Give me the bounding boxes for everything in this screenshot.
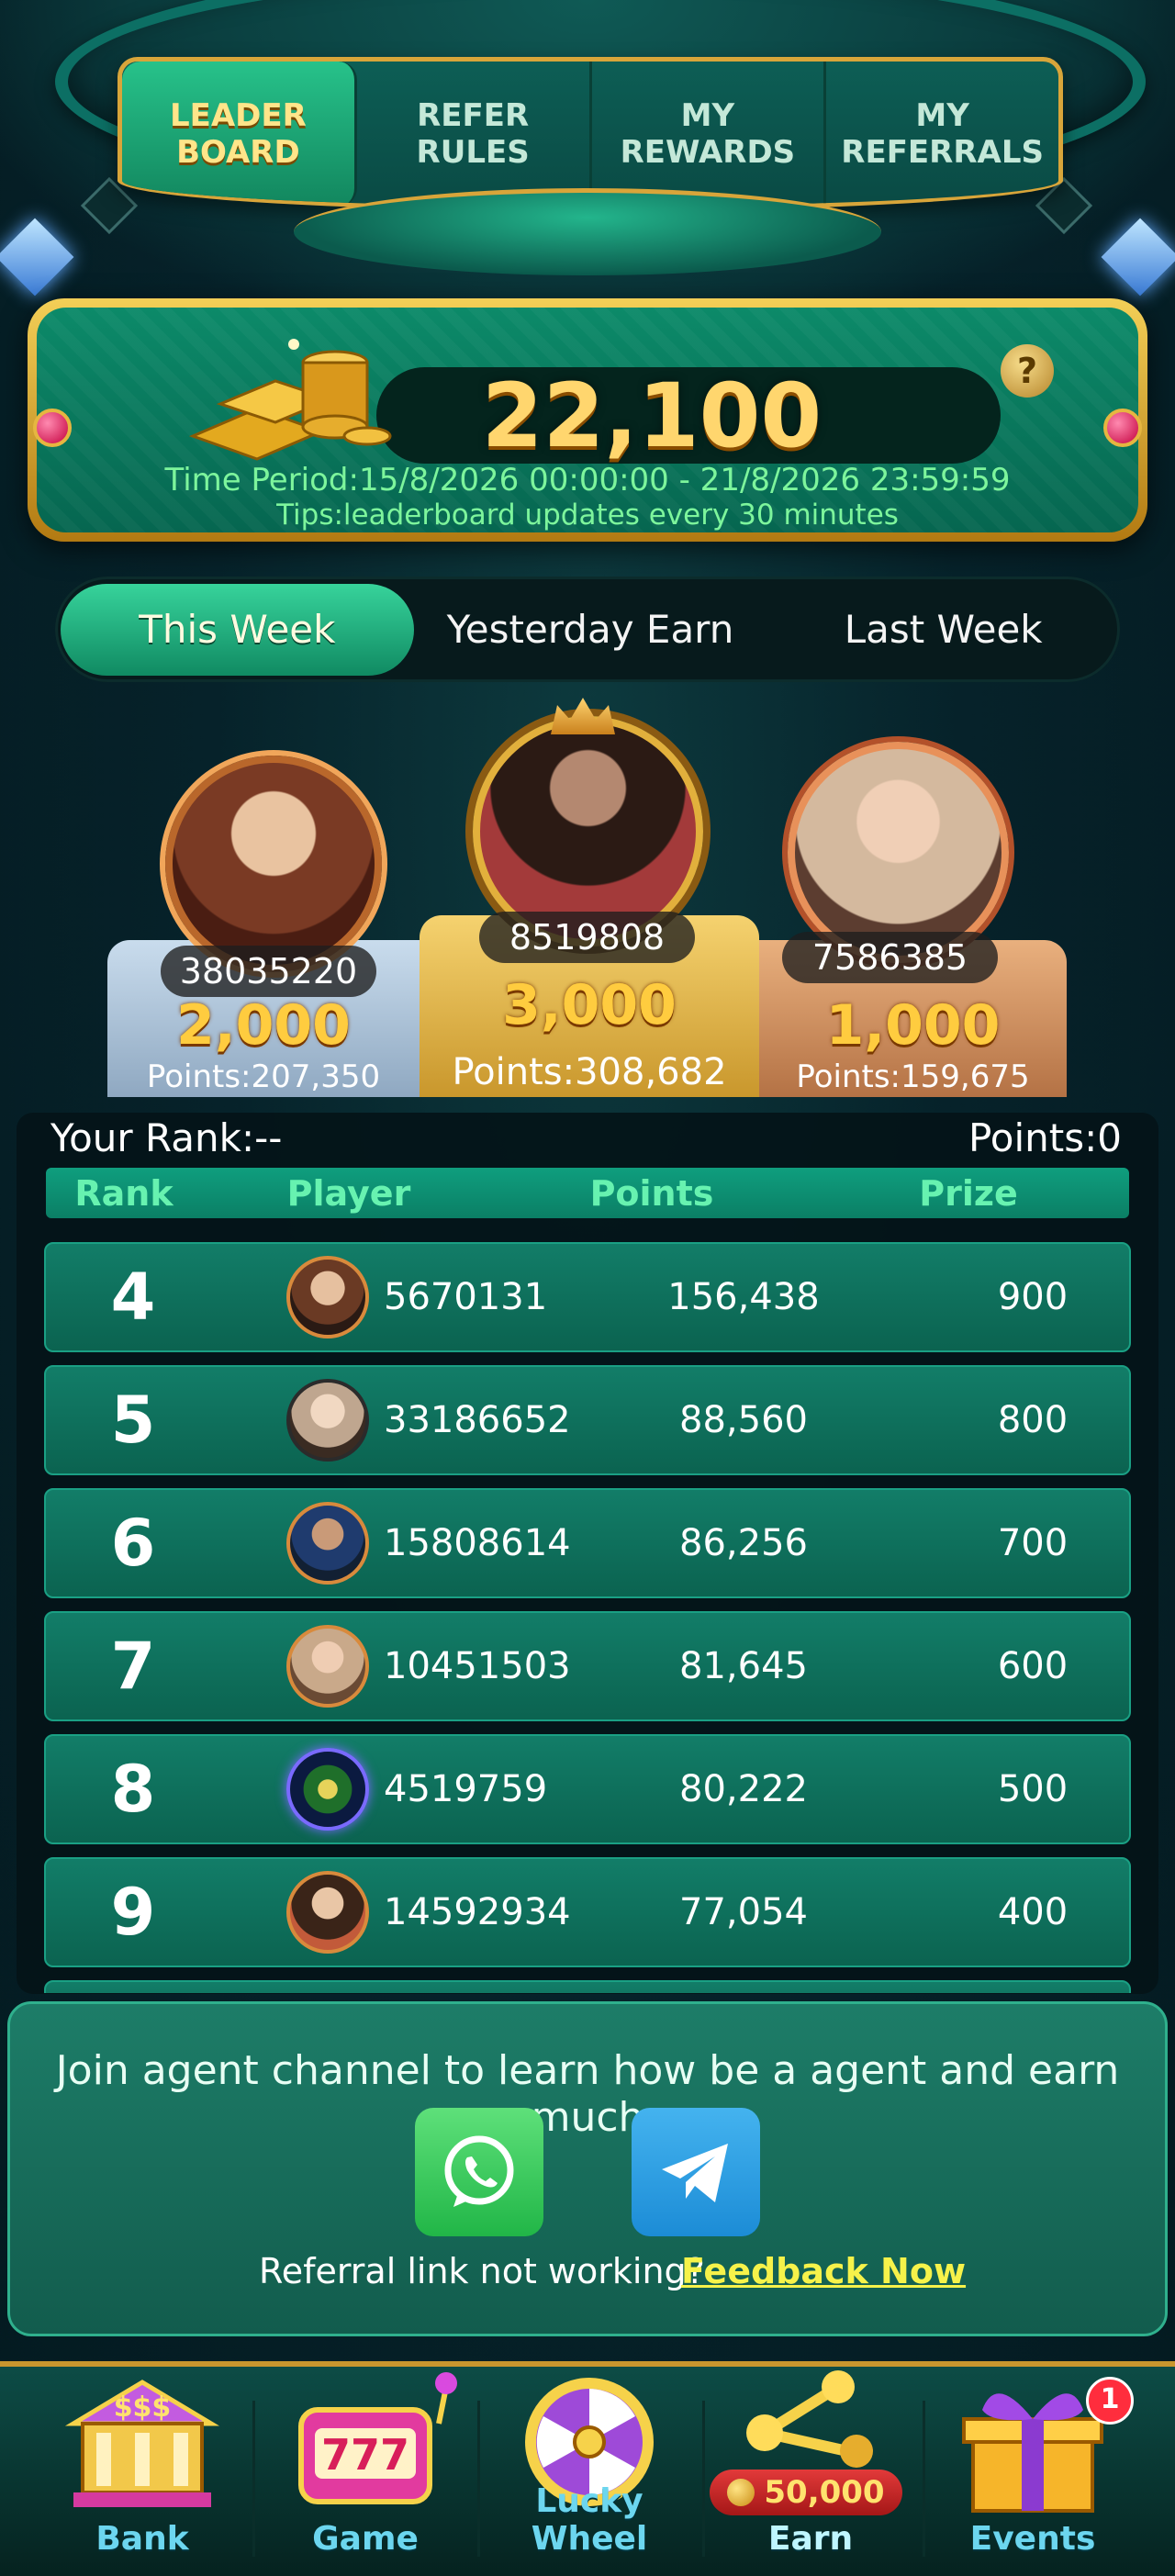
- your-points: Points:0: [968, 1115, 1122, 1160]
- row-player-id: 10451503: [384, 1645, 571, 1687]
- bank-icon: $$$: [64, 2380, 220, 2507]
- row-prize: 700: [997, 1522, 1069, 1564]
- row-points: 81,645: [679, 1645, 808, 1687]
- period-selector: This Week Yesterday Earn Last Week: [55, 577, 1120, 682]
- player-avatar: [286, 1871, 369, 1954]
- row-points: 77,054: [679, 1891, 808, 1933]
- tab-bar-base: [294, 188, 881, 275]
- row-player-id: 4519759: [384, 1768, 548, 1810]
- header-prize: Prize: [919, 1172, 1018, 1214]
- header-player: Player: [286, 1172, 411, 1214]
- whatsapp-button[interactable]: [415, 2108, 543, 2236]
- row-player-id: 15808614: [384, 1522, 571, 1564]
- refer-coin-pill: 50,000: [710, 2470, 902, 2515]
- table-row[interactable]: 4 5670131 156,438 900: [44, 1242, 1131, 1352]
- row-player-id: 14592934: [384, 1891, 571, 1933]
- row-player-id: 5670131: [384, 1276, 548, 1318]
- row-rank: 5: [110, 1383, 156, 1458]
- feedback-now-link[interactable]: Feedback Now: [681, 2251, 966, 2291]
- referral-note: Referral link not working?: [259, 2251, 705, 2291]
- whatsapp-icon: [444, 2135, 514, 2207]
- player-avatar: [286, 1502, 369, 1585]
- period-this-week[interactable]: This Week: [61, 583, 414, 676]
- player-avatar: [286, 1256, 369, 1338]
- gold-pile-icon: [188, 339, 392, 461]
- period-last-week[interactable]: Last Week: [767, 584, 1120, 676]
- row-rank: 7: [110, 1629, 156, 1704]
- tips-text: Tips:leaderboard updates every 30 minute…: [276, 498, 899, 532]
- header-points: Points: [589, 1172, 714, 1214]
- row-rank: 4: [110, 1260, 156, 1335]
- events-notification-badge: 1: [1086, 2377, 1134, 2425]
- nav-game-label: Game: [312, 2520, 419, 2558]
- gem-icon-right: [1103, 409, 1142, 447]
- row-prize: 600: [997, 1645, 1069, 1687]
- table-header: Rank Player Points Prize: [46, 1168, 1129, 1218]
- agent-message: Join agent channel to learn how be a age…: [55, 2047, 1120, 2141]
- tab-refer-rules[interactable]: REFER RULES: [357, 62, 592, 207]
- tab-my-referrals[interactable]: MY REFERRALS: [826, 62, 1058, 207]
- table-row[interactable]: 7 10451503 81,645 600: [44, 1611, 1131, 1721]
- podium-second-id: 38035220: [161, 946, 376, 997]
- period-yesterday-earn[interactable]: Yesterday Earn: [414, 584, 767, 676]
- row-prize: 400: [997, 1891, 1069, 1933]
- nav-lucky-wheel[interactable]: Lucky Wheel: [479, 2369, 699, 2570]
- player-avatar: [286, 1379, 369, 1462]
- row-points: 80,222: [679, 1768, 808, 1810]
- share-icon: [746, 2370, 873, 2468]
- time-period-text: Time Period:15/8/2026 00:00:00 - 21/8/20…: [164, 462, 1011, 498]
- prize-banner: 22,100 ? Time Period:15/8/2026 00:00:00 …: [28, 298, 1147, 542]
- podium-third-id: 7586385: [782, 932, 998, 983]
- player-avatar: [286, 1748, 369, 1831]
- header-rank: Rank: [74, 1172, 173, 1214]
- nav-events-label: Events: [969, 2520, 1096, 2558]
- table-row[interactable]: 6 15808614 86,256 700: [44, 1488, 1131, 1598]
- table-row[interactable]: 8 4519759 80,222 500: [44, 1734, 1131, 1844]
- row-rank: 8: [110, 1752, 156, 1827]
- podium-third-prize: 1,000: [825, 993, 1001, 1058]
- podium-second-prize: 2,000: [176, 993, 351, 1058]
- nav-bank-label: Bank: [95, 2520, 189, 2558]
- telegram-icon: [662, 2144, 728, 2202]
- nav-lucky-wheel-label: Lucky Wheel: [531, 2482, 648, 2558]
- tab-leaderboard[interactable]: LEADER BOARD: [122, 62, 357, 207]
- telegram-button[interactable]: [632, 2108, 760, 2236]
- table-row[interactable]: 9 14592934 77,054 400: [44, 1857, 1131, 1967]
- nav-game[interactable]: 777 Game: [255, 2369, 476, 2570]
- refer-coin-amount: 50,000: [764, 2474, 885, 2511]
- avatar-second-place[interactable]: [165, 756, 382, 972]
- row-prize: 900: [997, 1276, 1069, 1318]
- svg-text:$$$: $$$: [114, 2391, 172, 2424]
- podium-second-points: Points:207,350: [146, 1058, 381, 1095]
- podium-third-points: Points:159,675: [796, 1058, 1030, 1095]
- coin-icon: [727, 2479, 755, 2506]
- crown-icon: [551, 698, 615, 734]
- row-prize: 800: [997, 1399, 1069, 1441]
- help-button[interactable]: ?: [1001, 344, 1054, 398]
- podium-first-prize: 3,000: [502, 973, 677, 1037]
- row-points: 86,256: [679, 1522, 808, 1564]
- row-rank: 6: [110, 1506, 156, 1581]
- row-points: 156,438: [667, 1276, 820, 1318]
- player-avatar: [286, 1625, 369, 1708]
- row-points: 88,560: [679, 1399, 808, 1441]
- row-prize: 500: [997, 1768, 1069, 1810]
- table-row-partial[interactable]: [44, 1980, 1131, 1993]
- your-rank: Your Rank:--: [50, 1115, 283, 1160]
- slot-machine-icon: 777: [298, 2372, 457, 2504]
- rank-list[interactable]: 4 5670131 156,438 900 5 33186652 88,560 …: [44, 1242, 1131, 1993]
- prize-amount: 22,100: [481, 364, 822, 467]
- row-player-id: 33186652: [384, 1399, 571, 1441]
- prize-banner-inner: 22,100 ? Time Period:15/8/2026 00:00:00 …: [33, 308, 1142, 532]
- row-rank: 9: [110, 1875, 156, 1950]
- table-row[interactable]: 5 33186652 88,560 800: [44, 1365, 1131, 1475]
- svg-text:777: 777: [321, 2430, 409, 2480]
- avatar-third-place[interactable]: [788, 742, 1009, 963]
- gem-icon-left: [33, 409, 72, 447]
- nav-bank[interactable]: $$$ Bank: [32, 2369, 252, 2570]
- podium-first-points: Points:308,682: [452, 1051, 727, 1093]
- podium-first-id: 8519808: [479, 912, 695, 963]
- tab-my-rewards[interactable]: MY REWARDS: [592, 62, 827, 207]
